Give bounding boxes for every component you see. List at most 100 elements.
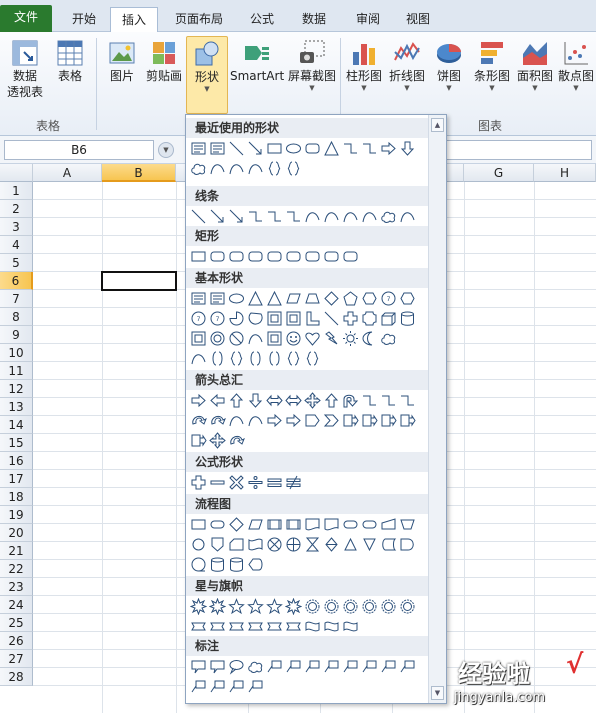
row-header-23[interactable]: 23 (0, 578, 33, 596)
picture-button[interactable]: 图片 (102, 38, 142, 84)
smartart-button[interactable]: SmartArt (230, 38, 284, 84)
magdisk-shape-icon[interactable] (209, 556, 226, 573)
column-header-b[interactable]: B (102, 164, 176, 182)
tab-page-layout[interactable]: 页面布局 (164, 7, 234, 32)
row-header-22[interactable]: 22 (0, 560, 33, 578)
tape-shape-icon[interactable] (247, 536, 264, 553)
row-header-6[interactable]: 6 (0, 272, 33, 290)
trap-shape-icon[interactable] (304, 290, 321, 307)
hex-shape-icon[interactable] (361, 290, 378, 307)
elbow-shape-icon[interactable] (361, 392, 378, 409)
screenshot-button[interactable]: 屏幕截图 ▼ (286, 38, 338, 93)
circ-arrow-shape-icon[interactable] (190, 412, 207, 429)
tab-home[interactable]: 开始 (60, 7, 108, 32)
linecall-shape-icon[interactable] (285, 658, 302, 675)
column-header-g[interactable]: G (464, 164, 534, 182)
row-header-14[interactable]: 14 (0, 416, 33, 434)
linecall-shape-icon[interactable] (323, 658, 340, 675)
curve-shape-icon[interactable] (247, 412, 264, 429)
cloud-shape-icon[interactable] (380, 330, 397, 347)
call-arrow-shape-icon[interactable] (380, 412, 397, 429)
tri-shape-icon[interactable] (266, 290, 283, 307)
manin-shape-icon[interactable] (380, 516, 397, 533)
noteq-shape-icon[interactable] (285, 474, 302, 491)
row-header-1[interactable]: 1 (0, 182, 33, 200)
wave-shape-icon[interactable] (342, 618, 359, 635)
line-chart-button[interactable]: 折线图 ▼ (386, 38, 428, 93)
clipart-button[interactable]: 剪贴画 (144, 38, 184, 84)
row-header-17[interactable]: 17 (0, 470, 33, 488)
linecall-shape-icon[interactable] (304, 658, 321, 675)
select-all-corner[interactable] (0, 164, 33, 182)
lshape-shape-icon[interactable] (304, 310, 321, 327)
area-chart-button[interactable]: 面积图 ▼ (514, 38, 556, 93)
doc-shape-icon[interactable] (323, 516, 340, 533)
bar-chart-button[interactable]: 条形图 ▼ (470, 38, 514, 93)
curve-shape-icon[interactable] (304, 208, 321, 225)
scatter-chart-button[interactable]: 散点图 ▼ (556, 38, 596, 93)
elbow-shape-icon[interactable] (342, 140, 359, 157)
sun-shape-icon[interactable] (342, 330, 359, 347)
uarrow-shape-icon[interactable] (323, 392, 340, 409)
line-shape-icon[interactable] (190, 208, 207, 225)
row-header-13[interactable]: 13 (0, 398, 33, 416)
row-header-20[interactable]: 20 (0, 524, 33, 542)
rarrow-shape-icon[interactable] (380, 140, 397, 157)
curve-shape-icon[interactable] (228, 160, 245, 177)
chevron-shape-icon[interactable] (323, 412, 340, 429)
curve-shape-icon[interactable] (342, 208, 359, 225)
bracket-shape-icon[interactable] (209, 350, 226, 367)
linecall-shape-icon[interactable] (361, 658, 378, 675)
term-shape-icon[interactable] (342, 516, 359, 533)
conn-shape-icon[interactable] (190, 536, 207, 553)
linecall-shape-icon[interactable] (380, 658, 397, 675)
circnum-shape-icon[interactable]: 7 (209, 310, 226, 327)
star-shape-icon[interactable] (247, 598, 264, 615)
rarrow-shape-icon[interactable] (266, 412, 283, 429)
scroll-down-icon[interactable]: ▼ (431, 686, 444, 700)
rrect-shape-icon[interactable] (247, 248, 264, 265)
predef-shape-icon[interactable] (266, 516, 283, 533)
arrow-shape-icon[interactable] (209, 208, 226, 225)
sort-shape-icon[interactable] (323, 536, 340, 553)
row-header-10[interactable]: 10 (0, 344, 33, 362)
manop-shape-icon[interactable] (399, 516, 416, 533)
circ-arrow-shape-icon[interactable] (209, 412, 226, 429)
column-chart-button[interactable]: 柱形图 ▼ (344, 38, 384, 93)
tri-shape-icon[interactable] (247, 290, 264, 307)
shapes-button[interactable]: 形状 ▼ (186, 36, 228, 114)
burst-shape-icon[interactable] (190, 598, 207, 615)
heart-shape-icon[interactable] (304, 330, 321, 347)
process-shape-icon[interactable] (190, 516, 207, 533)
tri-shape-icon[interactable] (323, 140, 340, 157)
darrow-shape-icon[interactable] (399, 140, 416, 157)
bracket-shape-icon[interactable] (247, 350, 264, 367)
stored-shape-icon[interactable] (380, 536, 397, 553)
pie-chart-button[interactable]: 饼图 ▼ (430, 38, 468, 93)
para-shape-icon[interactable] (247, 516, 264, 533)
call-arrow-shape-icon[interactable] (361, 412, 378, 429)
cube-shape-icon[interactable] (380, 310, 397, 327)
curve-shape-icon[interactable] (399, 208, 416, 225)
donut-shape-icon[interactable] (209, 330, 226, 347)
rrect-shape-icon[interactable] (209, 248, 226, 265)
pent-shape-icon[interactable] (342, 290, 359, 307)
row-header-12[interactable]: 12 (0, 380, 33, 398)
frame-shape-icon[interactable] (266, 310, 283, 327)
row-header-25[interactable]: 25 (0, 614, 33, 632)
chord-shape-icon[interactable] (247, 310, 264, 327)
uturn-shape-icon[interactable] (342, 392, 359, 409)
bracket-shape-icon[interactable] (266, 350, 283, 367)
call-arrow-shape-icon[interactable] (190, 432, 207, 449)
row-header-4[interactable]: 4 (0, 236, 33, 254)
rarrow-shape-icon[interactable] (285, 412, 302, 429)
burst-shape-icon[interactable] (285, 598, 302, 615)
cloud-shape-icon[interactable] (247, 658, 264, 675)
elbow-shape-icon[interactable] (285, 208, 302, 225)
delay-shape-icon[interactable] (399, 536, 416, 553)
scroll-up-icon[interactable]: ▲ (431, 118, 444, 132)
elbow-shape-icon[interactable] (266, 208, 283, 225)
brace-shape-icon[interactable] (285, 350, 302, 367)
frame-shape-icon[interactable] (266, 330, 283, 347)
row-header-24[interactable]: 24 (0, 596, 33, 614)
